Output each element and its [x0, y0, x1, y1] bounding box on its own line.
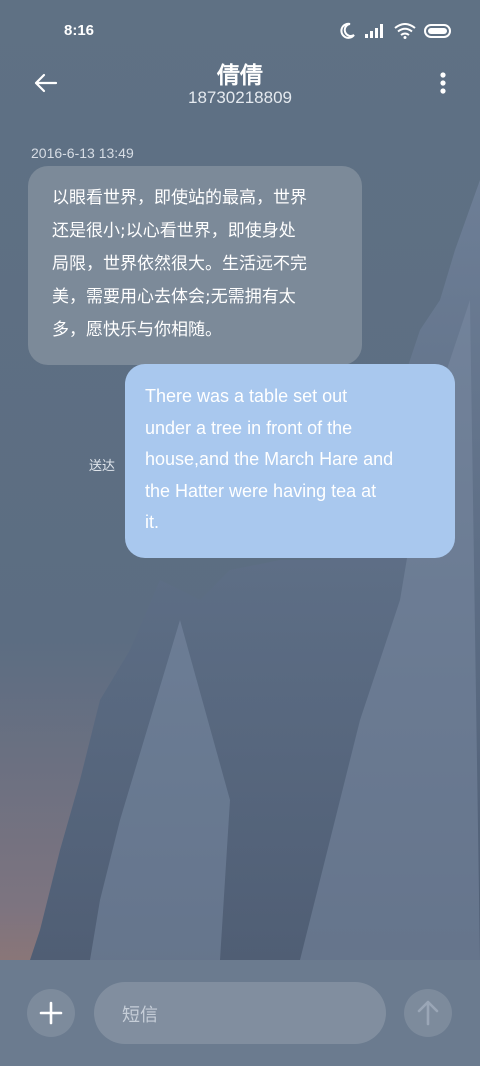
status-time: 8:16: [64, 22, 95, 39]
more-vertical-icon: [440, 72, 446, 94]
message-line: 局限，世界依然很大。生活远不完: [52, 254, 307, 274]
message-line: 还是很小;以心看世界，即使身处: [52, 221, 296, 241]
incoming-message-bubble[interactable]: 以眼看世界，即使站的最高，世界 还是很小;以心看世界，即使身处 局限，世界依然很…: [28, 166, 362, 365]
send-arrow-icon: [417, 1000, 439, 1026]
add-attachment-button[interactable]: [27, 989, 75, 1037]
contact-number: 18730218809: [187, 88, 292, 107]
moon-icon: [340, 22, 355, 39]
signal-icon: [365, 24, 383, 38]
conversation-header: 倩倩 18730218809: [0, 52, 480, 122]
message-line: the Hatter were having tea at: [145, 480, 377, 501]
battery-icon: [424, 24, 451, 38]
message-line: There was a table set out: [145, 386, 348, 406]
message-line: it.: [145, 512, 160, 532]
message-timestamp: 2016-6-13 13:49: [31, 145, 134, 161]
message-line: 以眼看世界，即使站的最高，世界: [52, 188, 307, 208]
send-button[interactable]: [404, 989, 452, 1037]
wifi-icon: [394, 23, 416, 39]
composer-bar: 短信: [0, 960, 480, 1066]
message-line: 多，愿快乐与你相随。: [52, 320, 222, 340]
contact-name: 倩倩: [217, 63, 263, 89]
outgoing-message-bubble[interactable]: There was a table set out under a tree i…: [125, 364, 455, 558]
message-input-placeholder: 短信: [122, 1005, 158, 1026]
message-line: 美，需要用心去体会;无需拥有太: [52, 287, 296, 307]
more-options-button[interactable]: [436, 66, 450, 100]
message-line: under a tree in front of the: [145, 417, 353, 438]
delivery-status: 送达: [89, 459, 116, 474]
status-icons: [338, 20, 454, 42]
plus-icon: [39, 1001, 63, 1025]
message-line: house,and the March Hare and: [145, 449, 394, 469]
message-input[interactable]: 短信: [94, 982, 386, 1044]
